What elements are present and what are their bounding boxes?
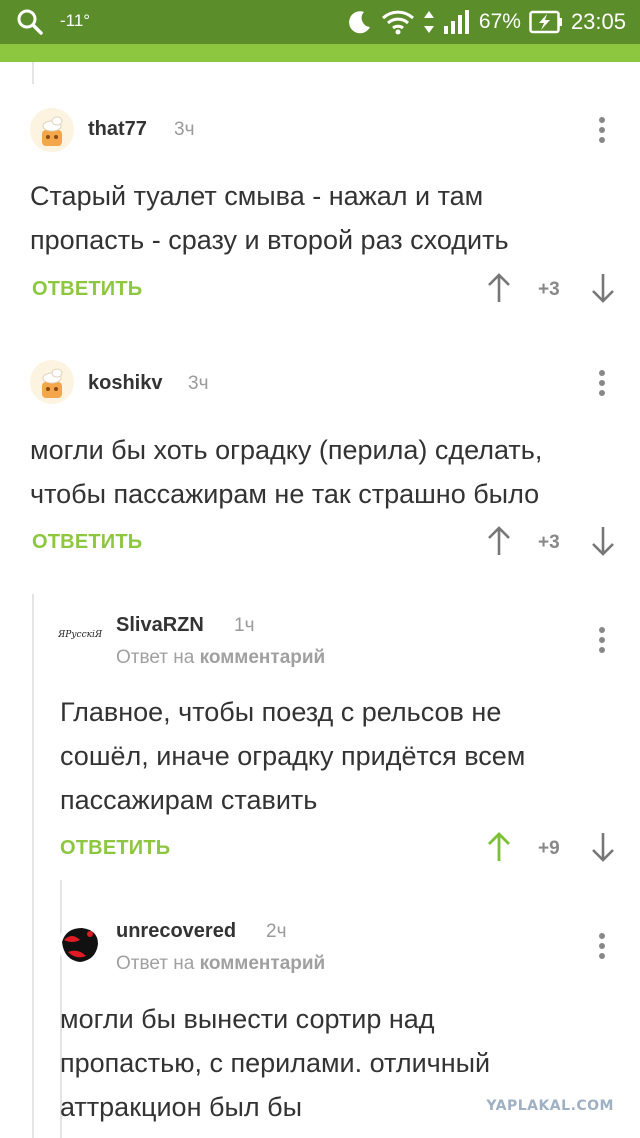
comment-text-line: могли бы вынести сортир над (60, 1004, 435, 1034)
moon-icon (348, 11, 370, 34)
status-bar: -11° 67% 23:05 (0, 0, 640, 44)
reply-button[interactable]: ОТВЕТИТЬ (32, 278, 142, 301)
avatar[interactable]: ЯРусскiЯ (58, 614, 106, 658)
search-icon[interactable] (16, 8, 44, 36)
watermark: YAPLAKAL.COM (486, 1098, 614, 1114)
vote-score: +3 (538, 279, 560, 300)
upvote-arrow-icon[interactable] (486, 831, 512, 863)
reply-to-prefix: Ответ на (116, 647, 195, 668)
reply-to-link[interactable]: комментарий (200, 953, 326, 974)
more-options-icon[interactable] (596, 370, 608, 400)
comment-text-line: чтобы пассажирам не так страшно было (30, 479, 540, 509)
temperature-label: -11° (60, 11, 91, 30)
comment-text: Главное, чтобы поезд с рельсов не сошёл,… (60, 690, 525, 822)
data-arrows-icon (423, 11, 434, 33)
wifi-icon (381, 10, 414, 35)
signal-icon (443, 10, 469, 34)
comment-text: могли бы хоть оградку (перила) сделать, … (30, 428, 542, 516)
downvote-arrow-icon[interactable] (590, 525, 616, 557)
comment-text-line: аттракцион был бы (60, 1092, 302, 1122)
comment-text-line: Главное, чтобы поезд с рельсов не (60, 697, 502, 727)
comment-time: 2ч (266, 921, 287, 942)
battery-charging-icon (529, 10, 562, 34)
reply-to-label: Ответ на комментарий (116, 647, 325, 669)
reply-to-prefix: Ответ на (116, 953, 195, 974)
status-icons: 67% 23:05 (347, 6, 626, 38)
battery-percentage: 67% (478, 10, 521, 33)
reply-button[interactable]: ОТВЕТИТЬ (60, 837, 170, 860)
comment-text-line: пропастью, с перилами. отличный (60, 1048, 491, 1078)
avatar[interactable] (30, 360, 74, 404)
more-options-icon[interactable] (596, 933, 608, 963)
avatar-text: ЯРусскiЯ (58, 630, 103, 640)
red-black-avatar-icon (60, 924, 100, 964)
comment-time: 3ч (188, 373, 209, 394)
username[interactable]: SlivaRZN (116, 614, 204, 637)
avatar[interactable] (58, 922, 102, 966)
comment-text-line: пассажирам ставить (60, 785, 318, 815)
downvote-arrow-icon[interactable] (590, 831, 616, 863)
clock: 23:05 (570, 9, 626, 34)
vote-score: +9 (538, 838, 560, 859)
default-avatar-icon (30, 108, 74, 152)
comment-text-line: Старый туалет смыва - нажал и там (30, 181, 484, 211)
comment-text: могли бы вынести сортир над пропастью, с… (60, 997, 490, 1129)
comment-text-line: сошёл, иначе оградку придётся всем (60, 741, 526, 771)
header-accent-bar (0, 44, 640, 62)
comment-time: 1ч (234, 615, 255, 636)
username[interactable]: unrecovered (116, 920, 236, 943)
thread-line (32, 594, 34, 1138)
default-avatar-icon (30, 360, 74, 404)
reply-button[interactable]: ОТВЕТИТЬ (32, 531, 142, 554)
comment-text: Старый туалет смыва - нажал и там пропас… (30, 174, 509, 262)
avatar[interactable] (30, 108, 74, 152)
username[interactable]: that77 (88, 118, 147, 141)
thread-line (32, 62, 34, 84)
comment-text-line: могли бы хоть оградку (перила) сделать, (30, 435, 543, 465)
downvote-arrow-icon[interactable] (590, 272, 616, 304)
more-options-icon[interactable] (596, 627, 608, 657)
comment-time: 3ч (174, 119, 195, 140)
reply-to-label: Ответ на комментарий (116, 953, 325, 975)
vote-score: +3 (538, 532, 560, 553)
username[interactable]: koshikv (88, 372, 162, 395)
upvote-arrow-icon[interactable] (486, 272, 512, 304)
upvote-arrow-icon[interactable] (486, 525, 512, 557)
reply-to-link[interactable]: комментарий (200, 647, 326, 668)
more-options-icon[interactable] (596, 117, 608, 147)
comment-text-line: пропасть - сразу и второй раз сходить (30, 225, 509, 255)
